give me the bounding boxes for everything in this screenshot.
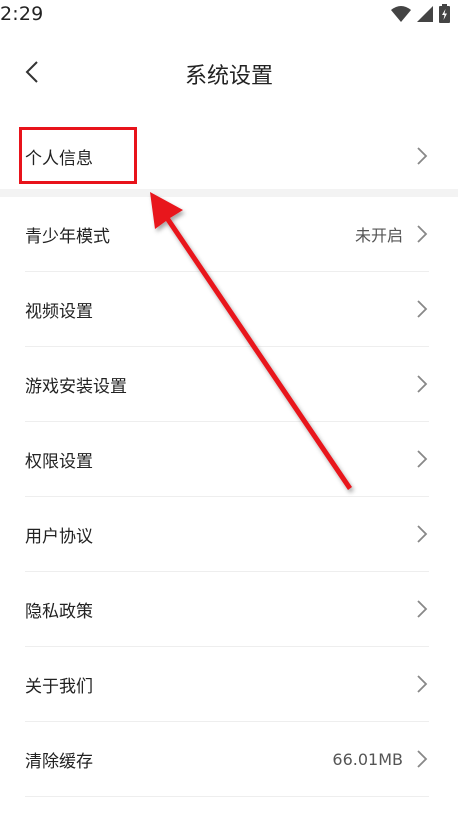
settings-item-video[interactable]: 视频设置	[25, 272, 429, 346]
settings-item-label: 用户协议	[25, 526, 93, 547]
header: 系统设置	[0, 44, 458, 104]
section-divider	[0, 189, 458, 197]
chevron-right-icon	[415, 373, 429, 395]
settings-item-value: 未开启	[354, 226, 403, 245]
chevron-right-icon	[415, 145, 429, 167]
settings-item-personal-info[interactable]: 个人信息	[25, 119, 429, 193]
wifi-icon	[391, 5, 411, 22]
status-icons	[391, 4, 450, 23]
chevron-right-icon	[415, 598, 429, 620]
page-title: 系统设置	[184, 64, 273, 89]
chevron-right-icon	[415, 673, 429, 695]
signal-icon	[417, 5, 433, 22]
divider	[25, 796, 429, 797]
settings-item-teen-mode[interactable]: 青少年模式 未开启	[25, 197, 429, 271]
settings-item-user-agreement[interactable]: 用户协议	[25, 497, 429, 571]
settings-item-label: 游戏安装设置	[25, 376, 127, 397]
settings-item-clear-cache[interactable]: 清除缓存 66.01MB	[25, 722, 429, 796]
settings-item-game-install[interactable]: 游戏安装设置	[25, 347, 429, 421]
settings-item-value: 66.01MB	[332, 749, 403, 769]
settings-item-about-us[interactable]: 关于我们	[25, 647, 429, 721]
settings-item-label: 关于我们	[25, 676, 93, 697]
settings-item-permissions[interactable]: 权限设置	[25, 422, 429, 496]
chevron-right-icon	[415, 523, 429, 545]
settings-item-label: 清除缓存	[25, 751, 93, 772]
settings-item-label: 权限设置	[25, 451, 93, 472]
settings-item-label: 隐私政策	[25, 601, 93, 622]
settings-item-privacy-policy[interactable]: 隐私政策	[25, 572, 429, 646]
settings-item-label: 视频设置	[25, 301, 93, 322]
status-bar: 2:29	[0, 0, 458, 30]
battery-charging-icon	[439, 4, 450, 23]
settings-screen: 2:29 系统设置 个人信息 青少年模式 未开启 视频设置 游戏安装设置 权限设…	[0, 0, 458, 820]
chevron-right-icon	[415, 223, 429, 245]
settings-item-label: 青少年模式	[25, 226, 110, 247]
status-time: 2:29	[0, 3, 44, 25]
chevron-right-icon	[415, 748, 429, 770]
chevron-right-icon	[415, 448, 429, 470]
settings-item-label: 个人信息	[25, 148, 93, 169]
chevron-right-icon	[415, 298, 429, 320]
